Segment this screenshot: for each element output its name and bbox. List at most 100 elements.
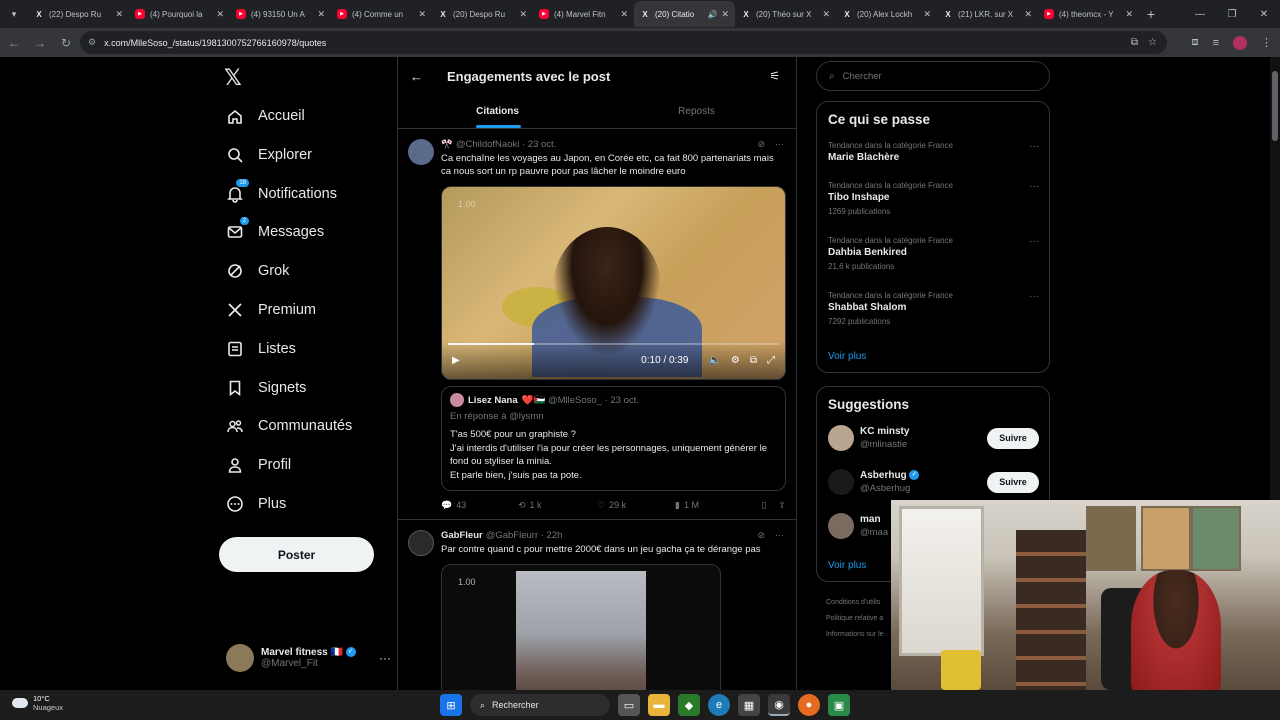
- post-author-handle[interactable]: @ChildofNaoki: [456, 139, 520, 150]
- grok-icon[interactable]: ⊘: [757, 139, 765, 150]
- search-input[interactable]: ⌕ Chercher: [816, 61, 1050, 91]
- x-logo-icon[interactable]: 𝕏: [224, 65, 242, 91]
- nav-item-signets[interactable]: Signets: [226, 373, 306, 403]
- app-icon[interactable]: ▣: [828, 694, 850, 716]
- footer-link[interactable]: Informations sur le: [826, 627, 884, 643]
- trend-item[interactable]: Tendance dans la catégorie France Shabbat…: [817, 291, 1051, 326]
- pip-icon[interactable]: ⧉: [750, 355, 757, 366]
- avatar[interactable]: [408, 530, 434, 556]
- avatar[interactable]: [408, 139, 434, 165]
- browser-tab[interactable]: X (20) Citatio 🔊 ✕: [634, 1, 735, 27]
- nav-item-grok[interactable]: Grok: [226, 256, 289, 286]
- reading-list-icon[interactable]: ≡: [1213, 37, 1219, 49]
- back-arrow-icon[interactable]: ←: [410, 69, 423, 84]
- follow-button[interactable]: Suivre: [987, 471, 1039, 493]
- more-icon[interactable]: ···: [379, 651, 391, 665]
- avatar[interactable]: [828, 513, 854, 539]
- task-view-icon[interactable]: ▭: [618, 694, 640, 716]
- nav-item-messages[interactable]: 2 Messages: [226, 216, 324, 247]
- trend-item[interactable]: Tendance dans la catégorie France Marie B…: [817, 141, 1051, 163]
- trend-item[interactable]: Tendance dans la catégorie France Tibo In…: [817, 181, 1051, 216]
- close-tab-icon[interactable]: ✕: [1125, 9, 1133, 20]
- browser-tab[interactable]: ▶ (4) 93150 Un A ✕: [230, 1, 331, 27]
- post-author-name[interactable]: 🎌: [441, 139, 453, 150]
- avatar[interactable]: [828, 469, 854, 495]
- nav-item-explorer[interactable]: Explorer: [226, 140, 312, 170]
- close-tab-icon[interactable]: ✕: [115, 9, 123, 20]
- close-tab-icon[interactable]: ✕: [519, 9, 527, 20]
- nav-item-listes[interactable]: Listes: [226, 334, 296, 364]
- post-author-handle[interactable]: @GabFleurr · 22h: [486, 530, 563, 541]
- reply-context[interactable]: En réponse à @lysmn: [450, 411, 777, 422]
- browser-profile-avatar[interactable]: [1233, 35, 1247, 50]
- close-tab-icon[interactable]: ✕: [721, 9, 729, 20]
- post-author-name[interactable]: GabFleur: [441, 530, 483, 541]
- site-info-icon[interactable]: ⚙: [88, 37, 96, 48]
- fullscreen-icon[interactable]: ⤢: [767, 355, 775, 366]
- nav-item-plus[interactable]: Plus: [226, 489, 286, 519]
- install-icon[interactable]: ⧉: [1131, 37, 1138, 48]
- bookmark-icon[interactable]: ▯: [762, 500, 767, 511]
- browser-tab[interactable]: X (20) Despo Ru ✕: [432, 1, 533, 27]
- chrome-icon[interactable]: ◉: [768, 694, 790, 716]
- nav-item-accueil[interactable]: Accueil: [226, 101, 305, 131]
- more-icon[interactable]: ···: [775, 530, 784, 541]
- reply-button[interactable]: 💬 43: [441, 500, 518, 511]
- video-player[interactable]: 1.00 ▶ 0:10 / 0:39 🔈 ⚙ ⧉ ⤢: [441, 186, 786, 380]
- post-date[interactable]: · 23 oct.: [522, 139, 556, 150]
- trends-see-more[interactable]: Voir plus: [817, 351, 877, 362]
- browser-tab[interactable]: ▶ (4) Marvel Fitn ✕: [533, 1, 634, 27]
- nav-item-communautés[interactable]: Communautés: [226, 411, 352, 441]
- browser-tab[interactable]: ▶ (4) Comme un ✕: [331, 1, 432, 27]
- close-tab-icon[interactable]: ✕: [1024, 9, 1032, 20]
- suggestions-see-more[interactable]: Voir plus: [817, 560, 877, 571]
- grok-icon[interactable]: ⊘: [757, 530, 765, 541]
- close-tab-icon[interactable]: ✕: [822, 9, 830, 20]
- close-tab-icon[interactable]: ✕: [923, 9, 931, 20]
- extensions-icon[interactable]: ⧈: [1192, 36, 1199, 49]
- browser-tab[interactable]: X (21) LKR. sur X ✕: [937, 1, 1038, 27]
- more-icon[interactable]: ···: [1029, 291, 1039, 302]
- scrollbar-thumb[interactable]: [1272, 71, 1278, 141]
- more-icon[interactable]: ···: [1029, 181, 1039, 192]
- browser-tab[interactable]: X (20) Alex Lockh ✕: [836, 1, 937, 27]
- nvidia-icon[interactable]: ◆: [678, 694, 700, 716]
- suggestion-item[interactable]: Asberhug ✓ @Asberhug Suivre: [817, 460, 1049, 504]
- new-tab-button[interactable]: +: [1139, 6, 1163, 22]
- file-explorer-icon[interactable]: ▬: [648, 694, 670, 716]
- speaker-icon[interactable]: 🔊: [707, 10, 717, 19]
- views-button[interactable]: ▮ 1 M: [675, 500, 759, 511]
- share-icon[interactable]: ⇪: [778, 500, 786, 511]
- volume-icon[interactable]: 🔈: [708, 355, 720, 366]
- weather-widget[interactable]: 10°C Nuageux: [12, 694, 63, 712]
- firefox-icon[interactable]: ●: [798, 694, 820, 716]
- close-tab-icon[interactable]: ✕: [620, 9, 628, 20]
- reload-icon[interactable]: ↻: [54, 31, 78, 55]
- post[interactable]: GabFleur @GabFleurr · 22h ⊘ ··· Par contr…: [398, 520, 796, 690]
- post-media[interactable]: 1.00: [441, 564, 721, 690]
- minimize-icon[interactable]: —: [1184, 0, 1216, 28]
- tab-search-icon[interactable]: ▾: [0, 0, 28, 28]
- back-icon[interactable]: ←: [2, 31, 26, 55]
- address-bar[interactable]: ⚙ x.com/MlleSoso_/status/198130075276616…: [80, 31, 1167, 54]
- browser-menu-icon[interactable]: ⋮: [1261, 36, 1272, 49]
- post[interactable]: 🎌 @ChildofNaoki · 23 oct. ⊘ ··· Ca enchaî…: [398, 129, 796, 520]
- close-tab-icon[interactable]: ✕: [317, 9, 325, 20]
- like-button[interactable]: ♡ 29 k: [597, 500, 675, 511]
- more-icon[interactable]: ···: [775, 139, 784, 150]
- post-button[interactable]: Poster: [219, 537, 374, 572]
- store-icon[interactable]: ▦: [738, 694, 760, 716]
- close-tab-icon[interactable]: ✕: [216, 9, 224, 20]
- filter-icon[interactable]: ⚟: [769, 69, 780, 83]
- suggestion-item[interactable]: KC minsty @mlinastie Suivre: [817, 416, 1049, 460]
- edge-icon[interactable]: e: [708, 694, 730, 716]
- browser-tab[interactable]: X (22) Despo Ru ✕: [28, 1, 129, 27]
- nav-item-premium[interactable]: Premium: [226, 295, 316, 325]
- nav-item-notifications[interactable]: 18 Notifications: [226, 177, 337, 209]
- browser-tab[interactable]: ▶ (4) theomcx - Y ✕: [1038, 1, 1139, 27]
- quoted-post[interactable]: Lisez Nana ❤️🇵🇸 @MlleSoso_ · 23 oct. En …: [441, 386, 786, 491]
- trend-item[interactable]: Tendance dans la catégorie France Dahbia …: [817, 236, 1051, 271]
- more-icon[interactable]: ···: [1029, 236, 1039, 247]
- forward-icon[interactable]: →: [28, 31, 52, 55]
- close-window-icon[interactable]: ✕: [1248, 0, 1280, 28]
